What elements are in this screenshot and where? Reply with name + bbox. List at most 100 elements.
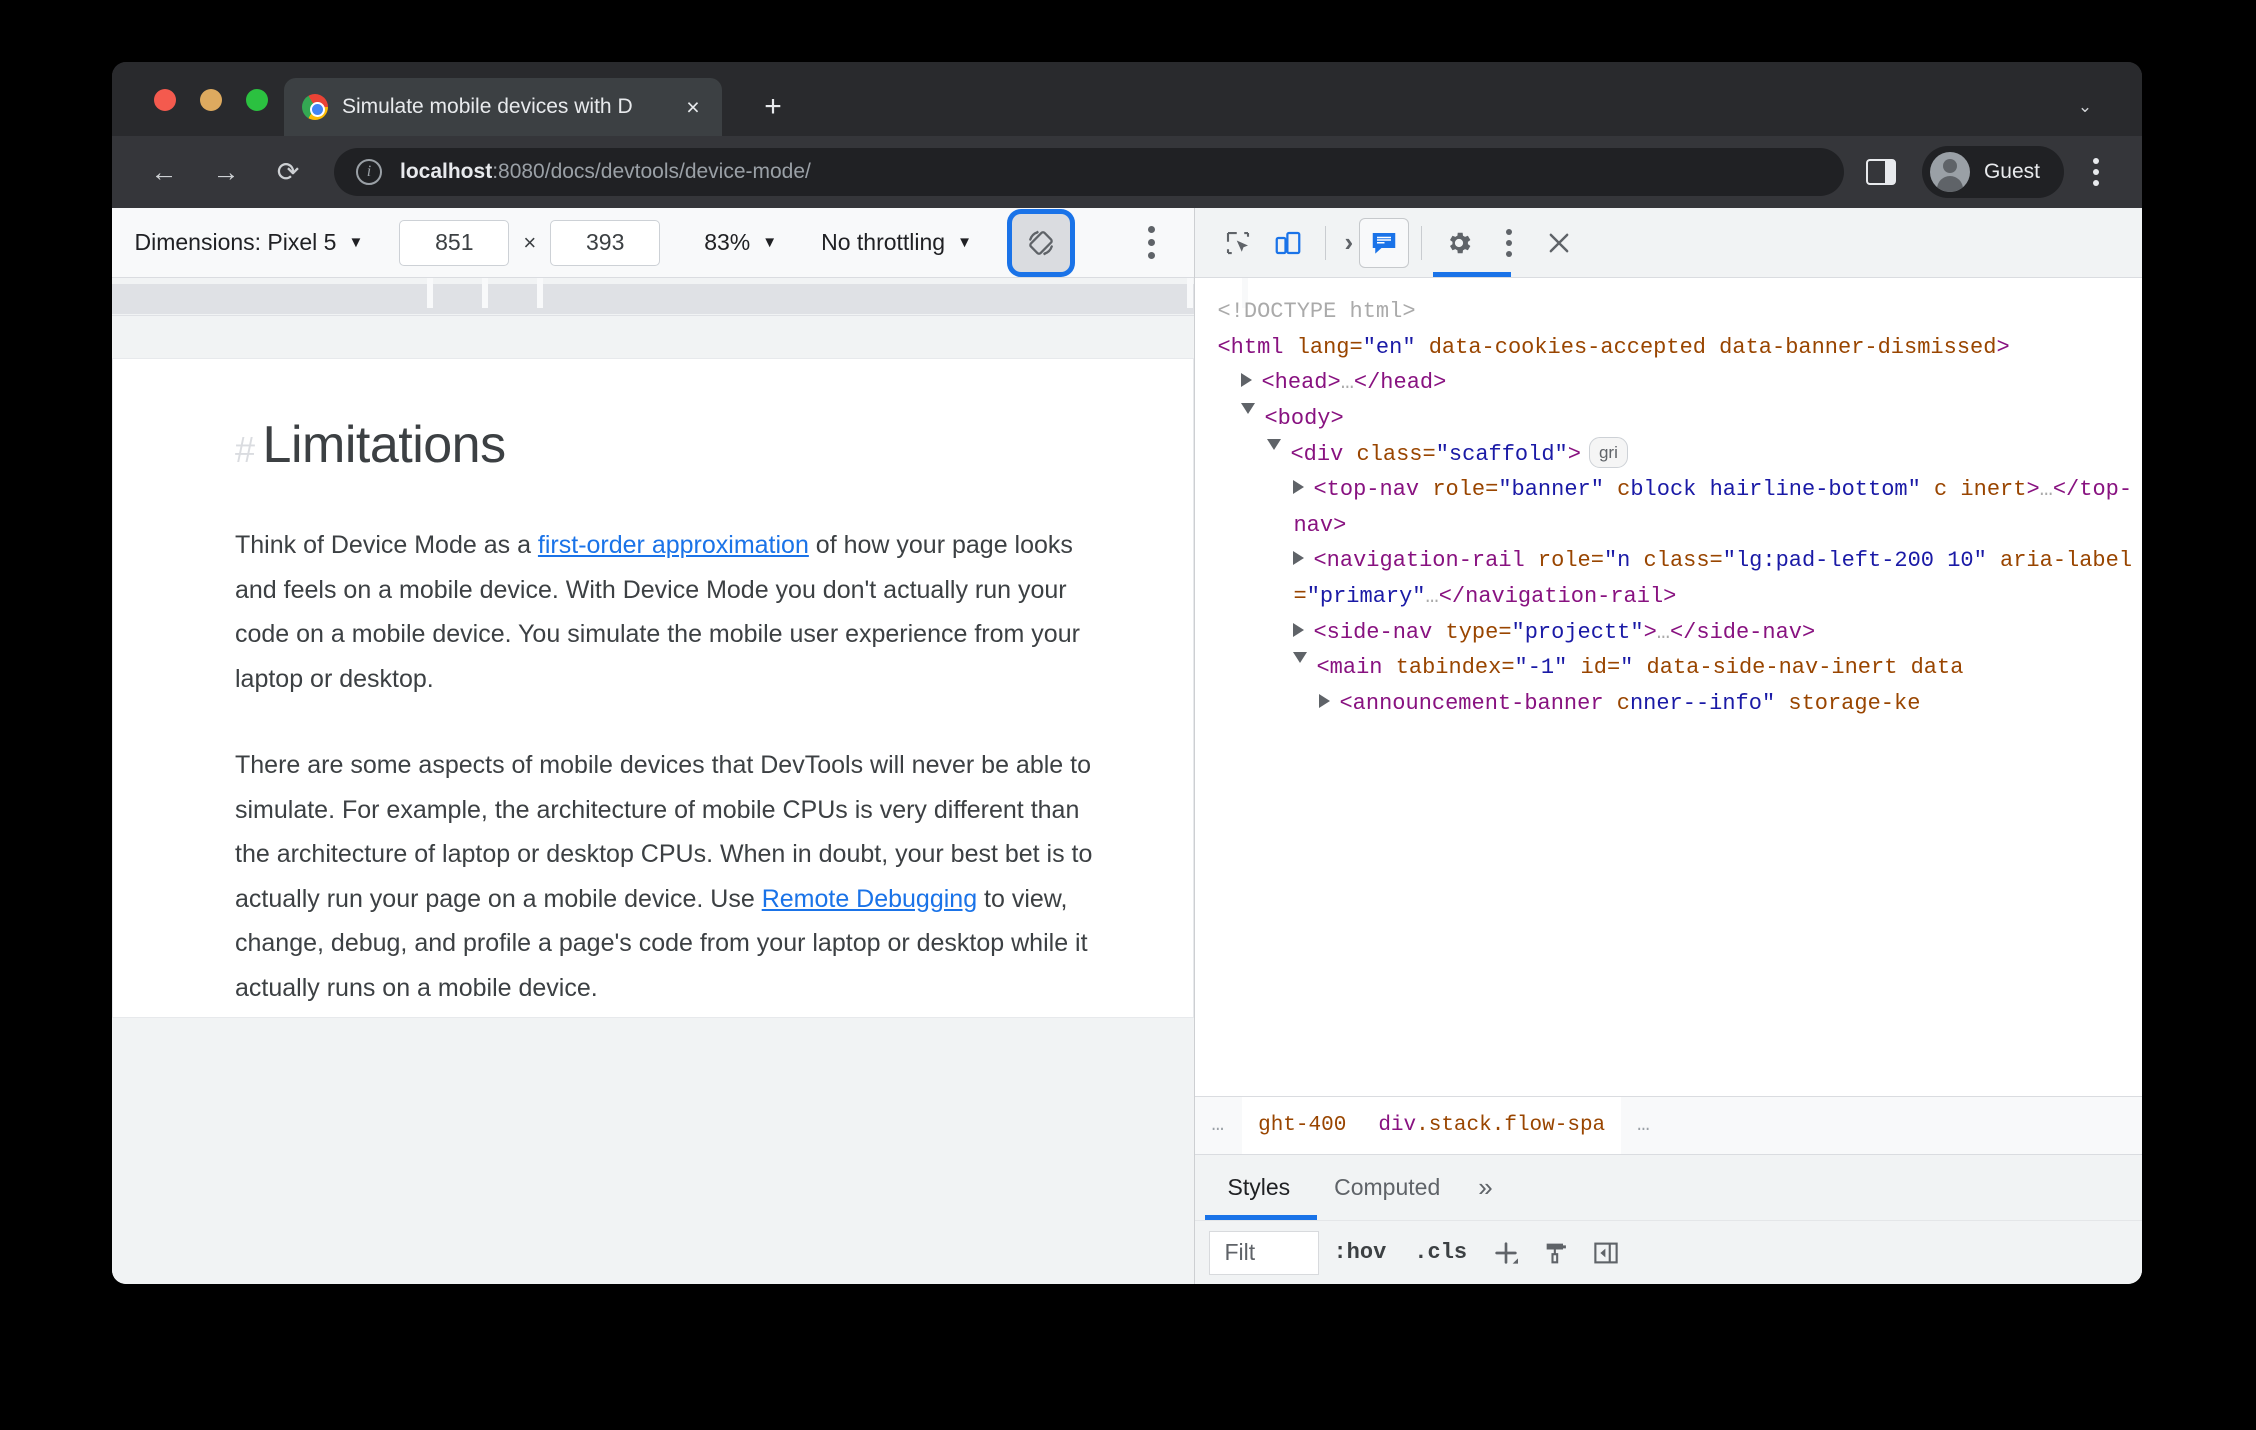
dom-tree-node[interactable]: <div class="scaffold"> gri [1217, 436, 2142, 473]
dom-token: role= [1537, 548, 1604, 574]
dom-tree-node[interactable]: <html lang="en" data-cookies-accepted da… [1217, 330, 2142, 366]
tab-styles[interactable]: Styles [1205, 1155, 1312, 1220]
dom-token: "primary" [1306, 584, 1426, 609]
dom-token: > [1643, 619, 1657, 645]
new-tab-button[interactable]: + [752, 86, 794, 128]
rendered-page: # Limitations Think of Device Mode as a … [112, 358, 1195, 1018]
breadcrumb-tag: div [1378, 1114, 1417, 1137]
dimension-separator: × [523, 229, 537, 255]
dom-token: tabindex= [1395, 655, 1515, 681]
dom-tree-node[interactable]: <head>…</head> [1217, 365, 2142, 401]
zoom-selector[interactable]: 83% ▼ [704, 229, 777, 256]
collapse-triangle-icon[interactable] [1267, 438, 1282, 457]
dom-token: c [1920, 477, 1948, 503]
width-input[interactable]: 851 [399, 219, 510, 266]
ruler-mark [482, 278, 488, 308]
toolbar-divider [1421, 225, 1423, 260]
breadcrumb-overflow-left[interactable]: … [1195, 1114, 1242, 1137]
dom-tree-node[interactable]: <announcement-banner cnner--info" storag… [1217, 686, 2142, 722]
throttling-value: No throttling [821, 229, 946, 255]
paragraph-2: There are some aspects of mobile devices… [235, 743, 1097, 1010]
browser-menu-button[interactable] [2074, 150, 2118, 194]
dom-token: … [1656, 619, 1670, 645]
grid-badge[interactable]: gri [1588, 436, 1628, 469]
dom-token: … [2039, 477, 2053, 503]
sidebar-toggle-icon[interactable] [1581, 1230, 1631, 1276]
tab-title: Simulate mobile devices with D [342, 95, 633, 118]
expand-triangle-icon[interactable] [1293, 480, 1305, 495]
breadcrumb[interactable]: … ght-400 div .stack.flow-spa … [1195, 1096, 2142, 1154]
expand-triangle-icon[interactable] [1293, 622, 1305, 637]
address-bar[interactable]: i localhost:8080/docs/devtools/device-mo… [334, 148, 1844, 196]
hov-button[interactable]: :hov [1319, 1240, 1400, 1265]
close-window-button[interactable] [154, 89, 176, 111]
dom-token: … [1425, 584, 1439, 609]
paragraph-1-text-a: Think of Device Mode as a [235, 531, 538, 559]
dom-token: "scaffold" [1435, 441, 1568, 467]
dom-tree-node[interactable]: <top-nav role="banner" cblock hairline-b… [1217, 472, 2142, 543]
expand-triangle-icon[interactable] [1241, 373, 1253, 388]
close-devtools-button[interactable] [1534, 218, 1584, 268]
dom-token: <body> [1264, 405, 1344, 431]
expand-triangle-icon[interactable] [1293, 551, 1305, 566]
browser-tab[interactable]: Simulate mobile devices with D × [284, 78, 722, 136]
dom-tree-node[interactable]: <!DOCTYPE html> [1217, 294, 2142, 330]
breadcrumb-item-selected[interactable]: div .stack.flow-spa [1362, 1097, 1622, 1154]
console-icon[interactable] [1359, 217, 1410, 268]
new-style-rule-button[interactable] [1481, 1230, 1531, 1276]
dom-token: c [1616, 690, 1630, 716]
cls-button[interactable]: .cls [1400, 1240, 1481, 1265]
remote-debugging-link[interactable]: Remote Debugging [762, 885, 977, 913]
close-icon[interactable]: × [678, 92, 708, 122]
inspect-element-icon[interactable] [1213, 218, 1263, 268]
dom-token: > [2026, 477, 2040, 503]
dom-tree-node[interactable]: <side-nav type="projectt">…</side-nav> [1217, 615, 2142, 651]
devtools-menu-button[interactable] [1484, 218, 1534, 268]
device-selector[interactable]: Dimensions: Pixel 5 ▼ [135, 229, 364, 256]
zoom-value: 83% [704, 229, 751, 255]
expand-triangle-icon[interactable] [1319, 693, 1331, 708]
devtools-panel: › <!DOCTYPE html> <html lang="en" data-c… [1195, 208, 2142, 1284]
browser-toolbar: ← → ⟳ i localhost:8080/docs/devtools/dev… [112, 136, 2142, 208]
first-order-approximation-link[interactable]: first-order approximation [538, 531, 809, 559]
window-controls[interactable] [154, 89, 268, 111]
device-toolbar-menu-button[interactable] [1132, 221, 1172, 265]
dom-tree[interactable]: <!DOCTYPE html> <html lang="en" data-cook… [1195, 278, 2142, 1096]
minimize-window-button[interactable] [200, 89, 222, 111]
dom-token: <div [1290, 441, 1357, 467]
dom-tree-node[interactable]: <main tabindex="-1" id=" data-side-nav-i… [1217, 650, 2142, 686]
profile-button[interactable]: Guest [1921, 146, 2064, 198]
breadcrumb-item-truncated[interactable]: ght-400 [1242, 1097, 1363, 1154]
dom-token: … [1340, 370, 1354, 396]
maximize-window-button[interactable] [246, 89, 268, 111]
styles-filter-input[interactable]: Filt [1209, 1230, 1320, 1275]
dom-token: "projectt" [1511, 619, 1644, 645]
dom-token: " [1620, 655, 1634, 681]
paintbrush-icon[interactable] [1531, 1230, 1581, 1276]
anchor-hash-icon[interactable]: # [235, 429, 255, 471]
back-button[interactable]: ← [140, 148, 188, 196]
rotate-button[interactable] [1011, 213, 1070, 272]
height-input[interactable]: 393 [550, 219, 661, 266]
gear-icon[interactable] [1434, 218, 1484, 268]
site-info-icon[interactable]: i [356, 159, 382, 185]
ruler-mark [1187, 278, 1193, 308]
collapse-triangle-icon[interactable] [1293, 652, 1308, 670]
breadcrumb-overflow-right[interactable]: … [1621, 1114, 1668, 1137]
side-panel-icon[interactable] [1865, 159, 1896, 185]
forward-button[interactable]: → [202, 148, 250, 196]
throttling-selector[interactable]: No throttling ▼ [821, 229, 972, 256]
dom-tree-node[interactable]: <navigation-rail role="n class="lg:pad-l… [1217, 543, 2142, 614]
dom-token: "lg:pad-left-200 10" [1722, 548, 1987, 574]
collapse-triangle-icon[interactable] [1241, 402, 1256, 421]
reload-button[interactable]: ⟳ [264, 148, 312, 196]
dom-token: nner--info" [1629, 690, 1776, 716]
styles-filter-bar: Filt :hov .cls [1195, 1220, 2142, 1284]
more-panels-icon[interactable]: › [1338, 227, 1359, 258]
tab-computed[interactable]: Computed [1312, 1155, 1462, 1220]
dom-tree-node[interactable]: <body> [1217, 401, 2142, 437]
more-tabs-icon[interactable]: » [1462, 1172, 1508, 1203]
chevron-down-icon[interactable]: ⌄ [2064, 86, 2106, 128]
devtools-toolbar: › [1195, 208, 2142, 278]
device-toolbar-icon[interactable] [1263, 218, 1313, 268]
